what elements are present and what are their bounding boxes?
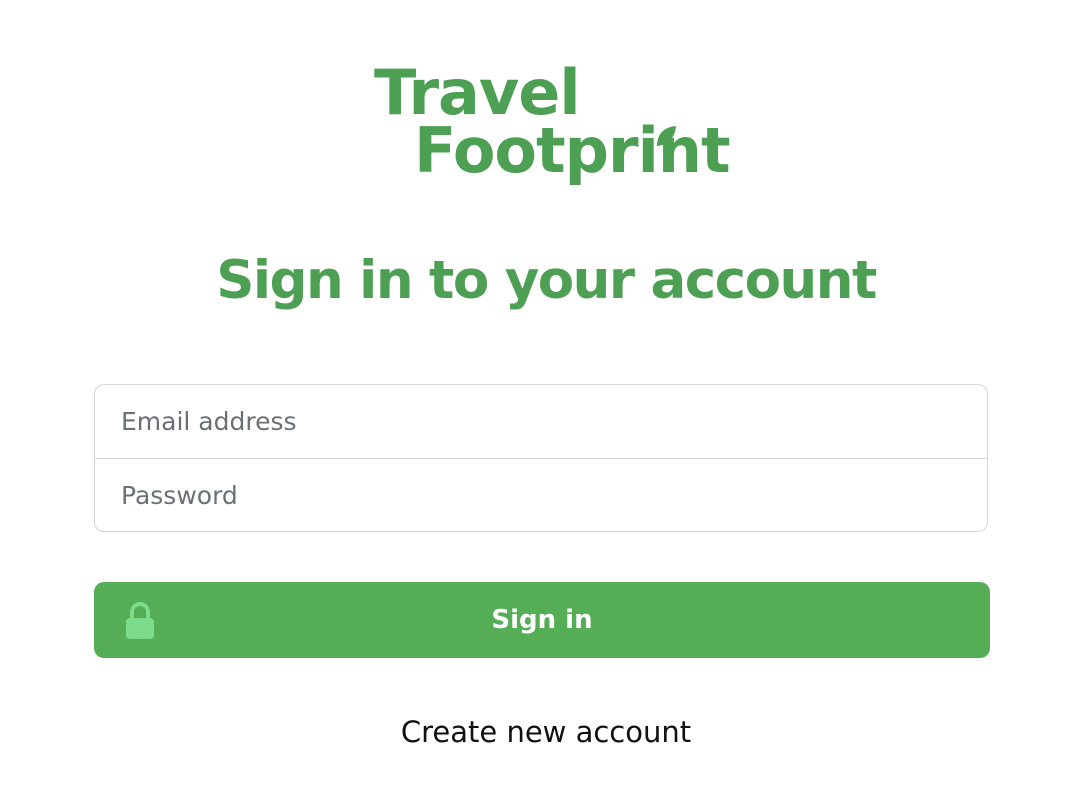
email-field[interactable] xyxy=(95,385,987,458)
password-field[interactable] xyxy=(95,458,987,531)
credentials-field-group xyxy=(94,384,988,532)
sign-in-button[interactable]: Sign in xyxy=(94,582,990,658)
page-title: Sign in to your account xyxy=(216,250,877,311)
travel-footprint-logo: Travel Footprint xyxy=(372,62,731,207)
sign-in-button-label: Sign in xyxy=(491,605,593,635)
leaf-icon xyxy=(657,126,676,146)
create-account-link[interactable]: Create new account xyxy=(0,712,1092,752)
sign-in-page: Travel Footprint Sign in to your account… xyxy=(0,0,1092,800)
logo-text-line2: Footprint xyxy=(414,114,731,187)
